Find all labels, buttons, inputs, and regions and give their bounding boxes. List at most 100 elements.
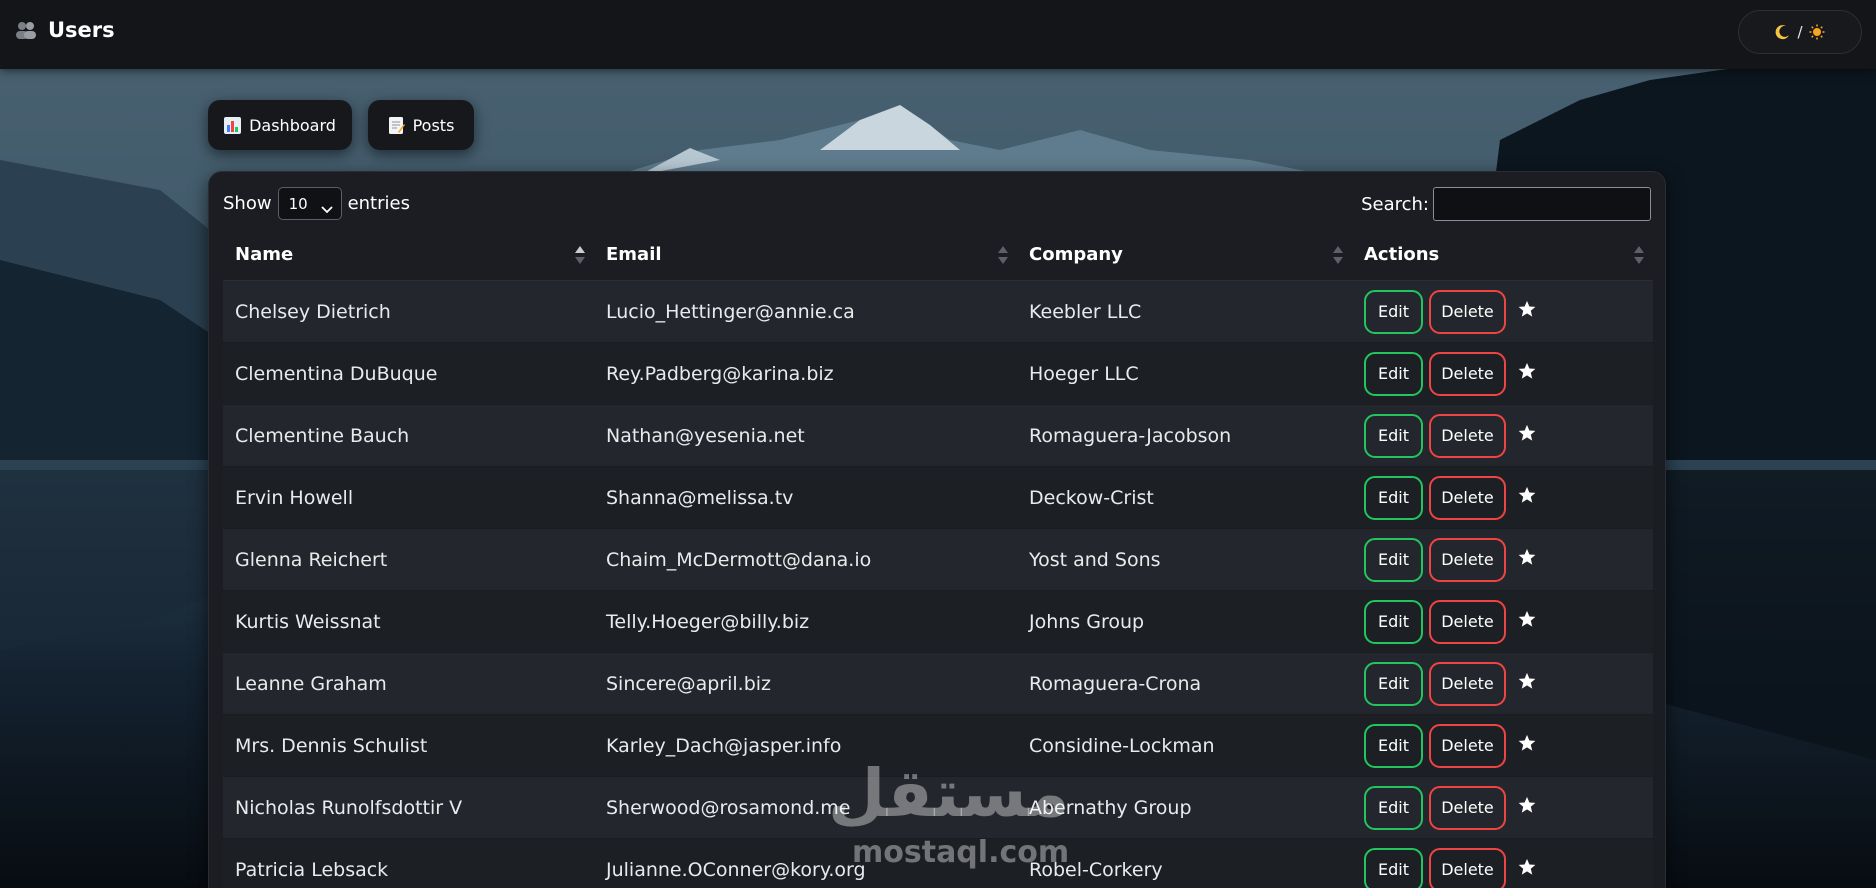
edit-button[interactable]: Edit: [1364, 723, 1423, 768]
table-row: Ervin Howell Shanna@melissa.tv Deckow-Cr…: [223, 467, 1653, 529]
star-icon[interactable]: [1518, 300, 1536, 318]
memo-icon: [388, 116, 405, 134]
delete-button[interactable]: Delete: [1429, 785, 1506, 830]
top-navbar: Users /: [0, 0, 1876, 69]
edit-button[interactable]: Edit: [1364, 351, 1423, 396]
cell-actions: Edit Delete: [1352, 839, 1653, 888]
edit-button[interactable]: Edit: [1364, 785, 1423, 830]
cell-email: Shanna@melissa.tv: [606, 486, 794, 509]
cell-company: Keebler LLC: [1029, 300, 1142, 323]
star-icon[interactable]: [1518, 610, 1536, 628]
search-input[interactable]: [1433, 187, 1651, 221]
delete-button[interactable]: Delete: [1429, 599, 1506, 644]
cell-company: Romaguera-Crona: [1029, 672, 1202, 695]
table-body: Chelsey Dietrich Lucio_Hettinger@annie.c…: [223, 281, 1653, 888]
table-row: Clementina DuBuque Rey.Padberg@karina.bi…: [223, 343, 1653, 405]
star-icon[interactable]: [1518, 486, 1536, 504]
cell-name: Clementina DuBuque: [235, 362, 438, 385]
users-table-panel: Show 10 entries Search: Name Email Compa…: [208, 171, 1666, 888]
cell-email: Julianne.OConner@kory.org: [606, 858, 866, 881]
delete-button[interactable]: Delete: [1429, 661, 1506, 706]
table-header: Name Email Company Actions: [223, 229, 1653, 281]
entries-label: entries: [347, 193, 410, 214]
sort-icon: [1634, 245, 1644, 264]
star-icon[interactable]: [1518, 796, 1536, 814]
edit-button[interactable]: Edit: [1364, 847, 1423, 888]
bar-chart-icon: [224, 116, 242, 134]
star-icon[interactable]: [1518, 548, 1536, 566]
table-row: Clementine Bauch Nathan@yesenia.net Roma…: [223, 405, 1653, 467]
column-header-label: Actions: [1364, 244, 1440, 265]
theme-toggle-separator: /: [1797, 23, 1803, 41]
column-header-actions[interactable]: Actions: [1352, 229, 1653, 281]
sort-icon: [998, 245, 1008, 264]
cell-company: Yost and Sons: [1029, 548, 1161, 571]
cell-email: Rey.Padberg@karina.biz: [606, 362, 834, 385]
delete-button[interactable]: Delete: [1429, 723, 1506, 768]
column-header-company[interactable]: Company: [1017, 229, 1352, 281]
column-header-email[interactable]: Email: [594, 229, 1017, 281]
moon-icon: [1775, 24, 1791, 40]
table-row: Nicholas Runolfsdottir V Sherwood@rosamo…: [223, 777, 1653, 839]
cell-actions: Edit Delete: [1352, 529, 1653, 591]
cell-name: Glenna Reichert: [235, 548, 388, 571]
brand[interactable]: Users: [14, 18, 115, 42]
dashboard-label: Dashboard: [249, 115, 336, 135]
delete-button[interactable]: Delete: [1429, 413, 1506, 458]
page-length-value: 10: [288, 194, 308, 213]
posts-button[interactable]: Posts: [368, 100, 474, 150]
cell-actions: Edit Delete: [1352, 405, 1653, 467]
edit-button[interactable]: Edit: [1364, 537, 1423, 582]
cell-email: Sincere@april.biz: [606, 672, 772, 695]
delete-button[interactable]: Delete: [1429, 289, 1506, 334]
sun-icon: [1809, 24, 1825, 40]
cell-company: Abernathy Group: [1029, 796, 1192, 819]
cell-name: Ervin Howell: [235, 486, 354, 509]
sort-icon: [1333, 245, 1343, 264]
edit-button[interactable]: Edit: [1364, 413, 1423, 458]
edit-button[interactable]: Edit: [1364, 289, 1423, 334]
column-header-label: Name: [235, 244, 294, 265]
cell-actions: Edit Delete: [1352, 715, 1653, 777]
page-length-select[interactable]: 10: [277, 187, 342, 220]
column-header-label: Email: [606, 244, 662, 265]
edit-button[interactable]: Edit: [1364, 475, 1423, 520]
table-row: Glenna Reichert Chaim_McDermott@dana.io …: [223, 529, 1653, 591]
delete-button[interactable]: Delete: [1429, 351, 1506, 396]
cell-name: Mrs. Dennis Schulist: [235, 734, 428, 757]
star-icon[interactable]: [1518, 672, 1536, 690]
table-row: Mrs. Dennis Schulist Karley_Dach@jasper.…: [223, 715, 1653, 777]
page-title: Users: [48, 18, 115, 42]
table-row: Chelsey Dietrich Lucio_Hettinger@annie.c…: [223, 281, 1653, 343]
cell-actions: Edit Delete: [1352, 591, 1653, 653]
cell-actions: Edit Delete: [1352, 467, 1653, 529]
theme-toggle-button[interactable]: /: [1738, 10, 1862, 54]
edit-button[interactable]: Edit: [1364, 599, 1423, 644]
search-control: Search:: [1361, 187, 1651, 221]
cell-actions: Edit Delete: [1352, 653, 1653, 715]
cell-name: Kurtis Weissnat: [235, 610, 381, 633]
cell-email: Chaim_McDermott@dana.io: [606, 548, 872, 571]
edit-button[interactable]: Edit: [1364, 661, 1423, 706]
star-icon[interactable]: [1518, 424, 1536, 442]
dashboard-button[interactable]: Dashboard: [208, 100, 352, 150]
users-table: Name Email Company Actions Chelsey Dietr…: [223, 229, 1653, 888]
delete-button[interactable]: Delete: [1429, 847, 1506, 888]
cell-company: Deckow-Crist: [1029, 486, 1154, 509]
table-row: Patricia Lebsack Julianne.OConner@kory.o…: [223, 839, 1653, 888]
delete-button[interactable]: Delete: [1429, 537, 1506, 582]
search-label: Search:: [1361, 193, 1429, 215]
cell-email: Sherwood@rosamond.me: [606, 796, 851, 819]
show-label: Show: [223, 193, 272, 214]
cell-email: Telly.Hoeger@billy.biz: [606, 610, 810, 633]
star-icon[interactable]: [1518, 734, 1536, 752]
cell-name: Leanne Graham: [235, 672, 387, 695]
star-icon[interactable]: [1518, 858, 1536, 876]
column-header-name[interactable]: Name: [223, 229, 594, 281]
cell-company: Johns Group: [1029, 610, 1145, 633]
star-icon[interactable]: [1518, 362, 1536, 380]
page-length-control: Show 10 entries: [223, 187, 410, 220]
delete-button[interactable]: Delete: [1429, 475, 1506, 520]
cell-company: Romaguera-Jacobson: [1029, 424, 1232, 447]
cell-company: Hoeger LLC: [1029, 362, 1139, 385]
